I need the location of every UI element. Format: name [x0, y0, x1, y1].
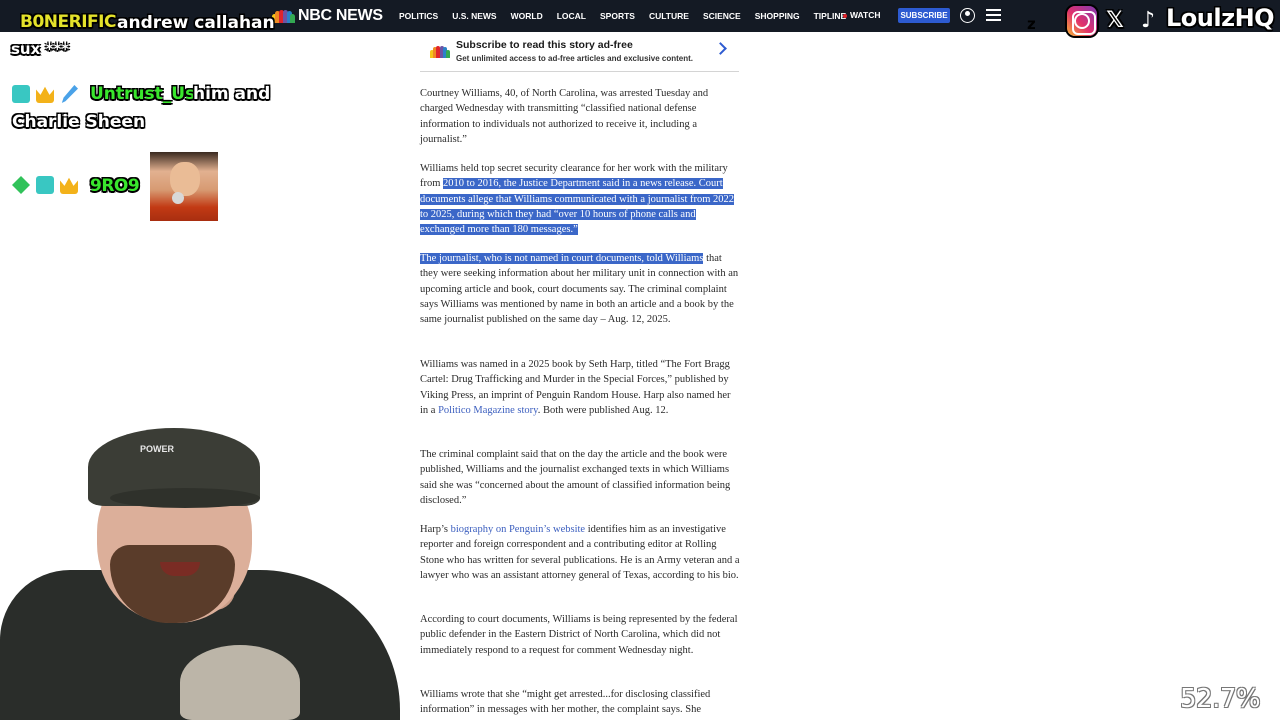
z-label: z	[1027, 15, 1036, 33]
nav-item-culture[interactable]: CULTURE	[649, 11, 689, 21]
chat-username: Untrust_Us	[90, 84, 196, 104]
paragraph-text: . Both were published Aug. 12.	[537, 404, 669, 416]
promo-title: Subscribe to read this story ad-free	[456, 39, 633, 51]
tiktok-icon: ♪	[1133, 6, 1163, 36]
chat-username: 9RO9	[90, 176, 140, 196]
sub-badge-icon	[36, 176, 54, 194]
politico-story-link[interactable]: Politico Magazine story	[438, 405, 538, 416]
article-paragraph: The journalist, who is not named in cour…	[420, 251, 740, 327]
menu-icon[interactable]	[986, 9, 1001, 22]
paragraph-text: Harp’s	[420, 524, 451, 535]
article-paragraph: Williams was named in a 2025 book by Set…	[420, 357, 740, 418]
chevron-right-icon[interactable]	[714, 42, 727, 55]
chat-message-text: him and	[193, 84, 271, 104]
article-paragraph: Williams held top secret security cleara…	[420, 161, 740, 237]
crown-badge-icon	[60, 177, 78, 194]
article-paragraph: According to court documents, Williams i…	[420, 614, 738, 656]
nav-item-sports[interactable]: SPORTS	[600, 11, 635, 21]
chat-message-text: andrew callahan	[117, 13, 275, 33]
nav-item-local[interactable]: LOCAL	[557, 11, 586, 21]
chat-username: B0NERIFIC	[20, 12, 116, 32]
nav-item-world[interactable]: WORLD	[511, 11, 543, 21]
sword-badge-icon	[61, 85, 78, 103]
account-icon[interactable]	[960, 8, 975, 23]
chat-badges	[12, 176, 84, 194]
subscribe-promo-banner[interactable]: Subscribe to read this story ad-free Get…	[420, 34, 739, 72]
chat-badges	[12, 85, 84, 103]
selected-text: 2010 to 2016, the Justice Department sai…	[420, 178, 735, 236]
crown-badge-icon	[36, 86, 54, 103]
logo-text: NBC NEWS	[298, 7, 383, 24]
watch-link[interactable]: WATCH	[843, 10, 881, 20]
chat-message-text: sux ***	[11, 40, 70, 58]
sub-badge-icon	[12, 85, 30, 103]
nav-item-shopping[interactable]: SHOPPING	[755, 11, 800, 21]
nav-item-politics[interactable]: POLITICS	[399, 11, 438, 21]
article-paragraph: Williams wrote that she “might get arres…	[420, 689, 711, 716]
selected-text: The journalist, who is not named in cour…	[420, 253, 704, 264]
x-icon: 𝕏	[1106, 8, 1124, 33]
gem-badge-icon	[12, 176, 30, 194]
face-emote	[150, 152, 218, 221]
cap-logo: POWER	[140, 444, 175, 454]
nav-item-tipline[interactable]: TIPLINE	[814, 11, 847, 21]
nav-menu: POLITICS U.S. NEWS WORLD LOCAL SPORTS CU…	[399, 0, 860, 32]
peacock-icon	[430, 44, 450, 58]
nav-item-science[interactable]: SCIENCE	[703, 11, 741, 21]
instagram-icon	[1067, 6, 1097, 36]
progress-readout: 52.7%	[1180, 684, 1261, 714]
nbc-news-logo[interactable]: NBC NEWS	[272, 5, 383, 27]
subscribe-button[interactable]: SUBSCRIBE	[898, 8, 950, 23]
article-paragraph: Harp’s biography on Penguin’s website id…	[420, 522, 740, 583]
nav-item-us-news[interactable]: U.S. NEWS	[452, 11, 496, 21]
social-handle: LoulzHQ	[1166, 4, 1275, 32]
article-paragraph: The criminal complaint said that on the …	[420, 449, 731, 506]
chat-message-text: Charlie Sheen	[12, 112, 146, 132]
promo-subtitle: Get unlimited access to ad-free articles…	[456, 54, 693, 63]
webcam-overlay: POWER	[0, 400, 400, 720]
penguin-bio-link[interactable]: biography on Penguin’s website	[451, 524, 585, 535]
article-paragraph: Courtney Williams, 40, of North Carolina…	[420, 88, 709, 145]
peacock-icon	[272, 9, 295, 23]
